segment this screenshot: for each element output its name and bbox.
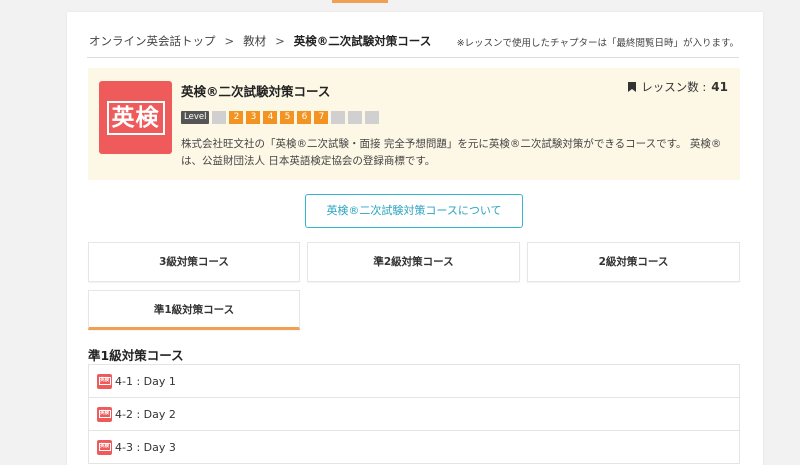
breadcrumb-separator: > [275, 34, 285, 48]
level-label: Level [181, 111, 210, 124]
course-card: オンライン英会話トップ > 教材 > 英検®二次試験対策コース ※レッスンで使用したチャ… [67, 12, 763, 465]
chapter-label: 4-2 : Day 2 [115, 407, 176, 421]
chapter-note: ※レッスンで使用したチャプターは「最終閲覧日時」が入ります。 [456, 38, 739, 49]
lesson-count: レッスン数 : 41 [628, 79, 728, 95]
top-nav-active-indicator [332, 0, 388, 3]
breadcrumb: オンライン英会話トップ > 教材 > 英検®二次試験対策コース ※レッスンで使用したチャ… [89, 33, 739, 51]
breadcrumb-home-link[interactable]: オンライン英会話トップ [89, 34, 216, 48]
breadcrumb-materials-link[interactable]: 教材 [243, 34, 266, 48]
eiken-logo-icon: 英検 [99, 81, 172, 154]
level-box: 6 [297, 111, 312, 124]
level-box: 5 [280, 111, 295, 124]
section-heading: 準1級対策コース [88, 348, 184, 363]
level-box: 2 [229, 111, 244, 124]
chapter-label: 4-3 : Day 3 [115, 440, 176, 454]
level-box [348, 111, 363, 124]
level-box [212, 111, 227, 124]
course-title: 英検®二次試験対策コース [181, 84, 331, 99]
level-box: 3 [246, 111, 261, 124]
tab-grade-pre-1[interactable]: 準1級対策コース [88, 290, 300, 330]
breadcrumb-divider [87, 57, 739, 58]
course-summary: 英検 英検®二次試験対策コース レッスン数 : 41 Level 2 3 4 5… [88, 68, 740, 180]
level-box: 4 [263, 111, 278, 124]
chapter-label: 4-1 : Day 1 [115, 374, 176, 388]
chapter-item[interactable]: 英検 4-3 : Day 3 [88, 431, 740, 464]
eiken-logo-icon: 英検 [97, 406, 112, 422]
logo-text: 英検 [106, 100, 165, 135]
chapter-list: 英検 4-1 : Day 1 英検 4-2 : Day 2 英検 4-3 : D… [88, 364, 740, 464]
lesson-count-label: レッスン数 : [641, 80, 707, 94]
eiken-logo-icon: 英検 [97, 439, 112, 455]
level-box: 7 [314, 111, 329, 124]
lesson-count-value: 41 [711, 80, 728, 94]
tab-grade-2[interactable]: 2級対策コース [527, 242, 740, 282]
level-box [365, 111, 380, 124]
eiken-logo-icon: 英検 [97, 373, 112, 389]
breadcrumb-separator: > [224, 34, 235, 48]
tab-grade-pre-2[interactable]: 準2級対策コース [307, 242, 520, 282]
chapter-item[interactable]: 英検 4-1 : Day 1 [88, 365, 740, 398]
level-box [331, 111, 346, 124]
bookmark-icon [628, 82, 637, 92]
course-description: 株式会社旺文社の「英検®二次試験・面接 完全予想問題」を元に英検®二次試験対策が… [181, 138, 722, 167]
breadcrumb-current: 英検®二次試験対策コース [293, 34, 432, 48]
about-course-button[interactable]: 英検®二次試験対策コースについて [305, 194, 523, 228]
level-indicator: Level 2 3 4 5 6 7 [181, 111, 380, 124]
chapter-item[interactable]: 英検 4-2 : Day 2 [88, 398, 740, 431]
tab-grade-3[interactable]: 3級対策コース [88, 242, 300, 282]
